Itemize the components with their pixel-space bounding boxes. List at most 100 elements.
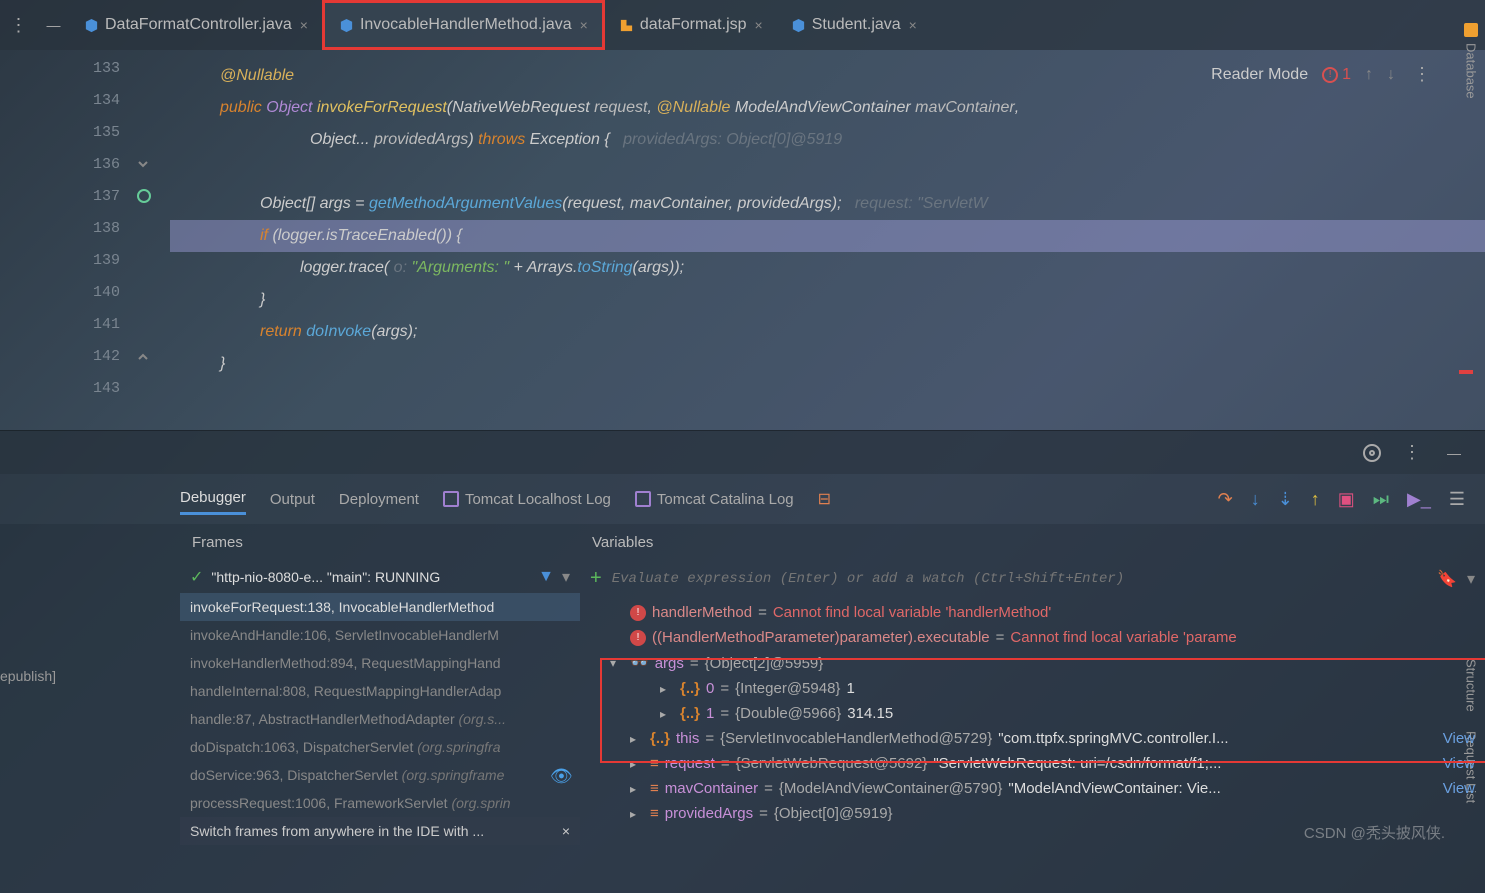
tab-tomcat-localhost[interactable]: Tomcat Localhost Log xyxy=(443,485,611,514)
line-number[interactable]: 139 xyxy=(70,252,130,284)
editor-tab[interactable]: InvocableHandlerMethod.java× xyxy=(322,0,605,50)
line-number[interactable]: 143 xyxy=(70,380,130,412)
stack-frame[interactable]: invokeForRequest:138, InvocableHandlerMe… xyxy=(180,593,580,621)
editor-tabs-bar: DataFormatController.java×InvocableHandl… xyxy=(0,0,1485,50)
view-link[interactable]: View xyxy=(1443,755,1475,772)
debug-mini-toolbar xyxy=(0,430,1485,474)
line-number[interactable]: 137 xyxy=(70,188,130,220)
evaluate-input[interactable] xyxy=(612,571,1427,587)
method-marker-icon xyxy=(136,188,152,204)
view-link[interactable]: View xyxy=(1443,780,1475,797)
list-icon: ≡ xyxy=(650,805,659,822)
variable-row[interactable]: ▸{..} 1 = {Double@5966} 314.15 xyxy=(580,701,1485,726)
tab-label: Student.java xyxy=(812,16,901,34)
error-badge-icon: ! xyxy=(630,605,646,621)
line-number[interactable]: 140 xyxy=(70,284,130,316)
stack-frame[interactable]: handleInternal:808, RequestMappingHandle… xyxy=(180,677,580,705)
variables-title: Variables xyxy=(580,524,1485,561)
expand-icon[interactable]: ▸ xyxy=(660,707,674,721)
tab-label: DataFormatController.java xyxy=(105,16,292,34)
tab-deployment[interactable]: Deployment xyxy=(339,485,419,514)
expand-icon[interactable]: ▸ xyxy=(630,782,644,796)
editor-more-icon[interactable] xyxy=(1409,60,1435,89)
view-link[interactable]: View xyxy=(1443,730,1475,747)
annotation: @Nullable xyxy=(220,67,294,85)
line-number[interactable]: 142 xyxy=(70,348,130,380)
variable-row[interactable]: ▸{..} 0 = {Integer@5948} 1 xyxy=(580,676,1485,701)
filter-icon[interactable]: ▼ xyxy=(538,568,554,586)
tab-tomcat-catalina[interactable]: Tomcat Catalina Log xyxy=(635,485,794,514)
watch-glasses-icon: 👓 xyxy=(630,654,649,672)
variable-row[interactable]: ▾👓 args = {Object[2]@5959} xyxy=(580,650,1485,676)
current-execution-line: if (logger.isTraceEnabled()) { xyxy=(170,220,1485,252)
editor-tab[interactable]: Student.java × xyxy=(777,0,931,50)
error-stripe-mark[interactable] xyxy=(1459,370,1473,374)
close-tab-icon[interactable]: × xyxy=(580,17,588,33)
step-out-icon[interactable]: ↑ xyxy=(1311,489,1320,510)
watch-eye-icon[interactable]: 👁 xyxy=(550,766,573,787)
dropdown-icon[interactable]: ▾ xyxy=(562,567,570,587)
variable-row[interactable]: ! handlerMethod = Cannot find local vari… xyxy=(580,600,1485,625)
variable-row[interactable]: ▸≡ request = {ServletWebRequest@5692} "S… xyxy=(580,751,1485,776)
evaluate-icon[interactable]: ▶_ xyxy=(1407,489,1431,510)
run-to-cursor-icon[interactable]: ▣ xyxy=(1338,489,1355,510)
line-number[interactable]: 136 xyxy=(70,156,130,188)
tab-label: dataFormat.jsp xyxy=(640,16,747,34)
stack-frame[interactable]: doDispatch:1063, DispatcherServlet (org.… xyxy=(180,733,580,761)
stack-frame[interactable]: processRequest:1006, FrameworkServlet (o… xyxy=(180,789,580,817)
stack-frame[interactable]: doService:963, DispatcherServlet (org.sp… xyxy=(180,761,580,789)
code-editor[interactable]: 133134135136137138139140141142143 Reader… xyxy=(0,50,1485,430)
line-number[interactable]: 141 xyxy=(70,316,130,348)
more-icon[interactable] xyxy=(6,11,32,40)
line-number[interactable]: 138 xyxy=(70,220,130,252)
reader-mode-label[interactable]: Reader Mode xyxy=(1211,66,1308,84)
expand-icon[interactable]: ▸ xyxy=(660,682,674,696)
expand-icon[interactable]: ▸ xyxy=(630,807,644,821)
error-badge-icon: ! xyxy=(630,630,646,646)
list-icon: ≡ xyxy=(650,755,659,772)
expand-icon[interactable]: ▾ xyxy=(610,656,624,670)
close-hint-icon[interactable]: × xyxy=(562,823,570,839)
minimize-icon[interactable] xyxy=(43,13,65,37)
step-over-icon[interactable]: ↷ xyxy=(1218,489,1233,510)
line-gutter: 133134135136137138139140141142143 xyxy=(70,50,130,430)
frames-hint: Switch frames from anywhere in the IDE w… xyxy=(180,817,580,845)
tab-output[interactable]: Output xyxy=(270,485,315,514)
tab-debugger[interactable]: Debugger xyxy=(180,483,246,515)
close-tab-icon[interactable]: × xyxy=(755,17,763,33)
object-icon: {..} xyxy=(680,705,700,722)
collapse-icon[interactable] xyxy=(136,157,150,171)
stack-frame[interactable]: invokeHandlerMethod:894, RequestMappingH… xyxy=(180,649,580,677)
debug-more-icon[interactable] xyxy=(1399,438,1425,467)
frames-title: Frames xyxy=(180,524,580,561)
object-icon: {..} xyxy=(650,730,670,747)
variable-row[interactable]: ! ((HandlerMethodParameter)parameter).ex… xyxy=(580,625,1485,650)
expand-icon[interactable]: ▸ xyxy=(630,757,644,771)
collapse-icon[interactable] xyxy=(136,350,150,364)
variable-row[interactable]: ▸≡ mavContainer = {ModelAndViewContainer… xyxy=(580,776,1485,801)
thread-selector[interactable]: ✓ "http-nio-8080-e... "main": RUNNING ▼ … xyxy=(180,561,580,593)
editor-tab[interactable]: DataFormatController.java × xyxy=(70,0,322,50)
stack-frame[interactable]: handle:87, AbstractHandlerMethodAdapter … xyxy=(180,705,580,733)
error-badge[interactable]: !1 xyxy=(1322,66,1351,84)
resume-icon[interactable]: ⏭ xyxy=(1373,489,1389,510)
bookmark-icon[interactable]: 🔖 xyxy=(1437,569,1457,589)
line-number[interactable]: 133 xyxy=(70,60,130,92)
add-watch-icon[interactable]: + xyxy=(590,567,602,590)
left-status-text: epublish] xyxy=(0,668,56,684)
force-step-into-icon[interactable]: ⇣ xyxy=(1278,489,1293,510)
layout-icon[interactable]: ⊟ xyxy=(818,489,831,509)
expand-icon[interactable]: ▸ xyxy=(630,732,644,746)
line-number[interactable]: 135 xyxy=(70,124,130,156)
editor-tab[interactable]: dataFormat.jsp × xyxy=(605,0,777,50)
close-tab-icon[interactable]: × xyxy=(909,17,917,33)
line-number[interactable]: 134 xyxy=(70,92,130,124)
target-icon[interactable] xyxy=(1363,444,1381,462)
close-tab-icon[interactable]: × xyxy=(300,17,308,33)
variable-row[interactable]: ▸{..} this = {ServletInvocableHandlerMet… xyxy=(580,726,1485,751)
debug-tabs: Debugger Output Deployment Tomcat Localh… xyxy=(0,474,1485,524)
prev-error-icon[interactable]: ↑ xyxy=(1365,66,1373,84)
next-error-icon[interactable]: ↓ xyxy=(1387,66,1395,84)
stack-frame[interactable]: invokeAndHandle:106, ServletInvocableHan… xyxy=(180,621,580,649)
step-into-icon[interactable]: ↓ xyxy=(1251,489,1260,510)
